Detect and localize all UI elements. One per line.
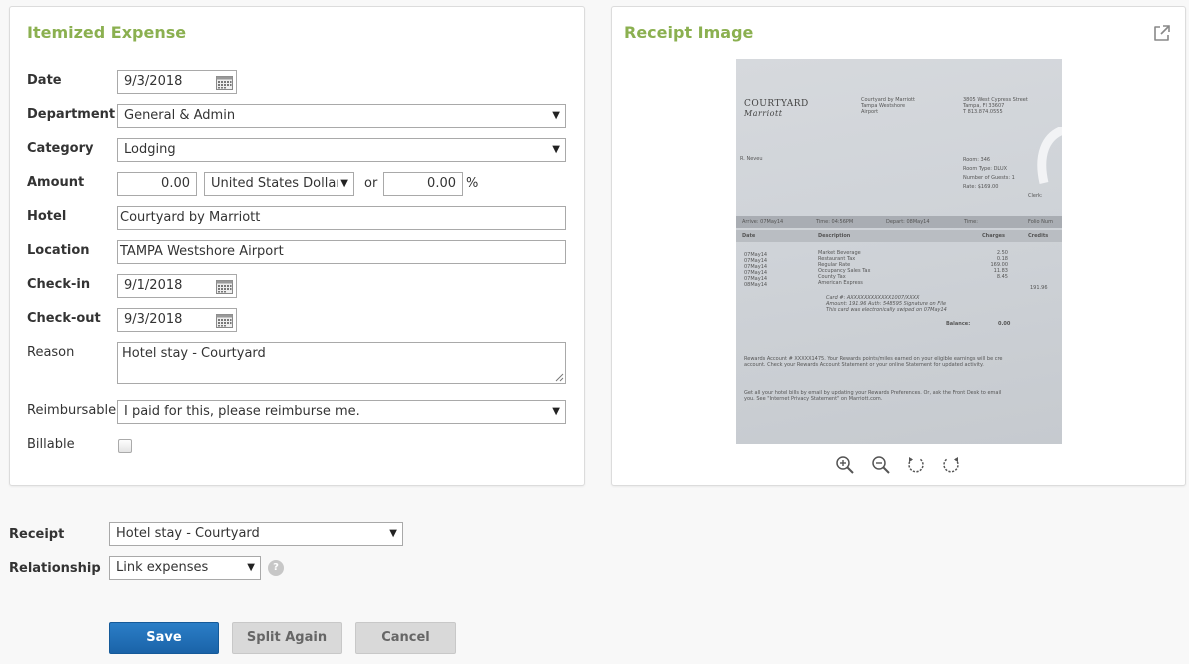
- reimbursable-select[interactable]: I paid for this, please reimburse me. ▼: [117, 400, 566, 424]
- percent-input[interactable]: 0.00: [383, 172, 463, 196]
- external-link-icon[interactable]: [1152, 23, 1172, 43]
- chevron-down-icon: ▼: [552, 110, 560, 121]
- receipt-card-lines: Card #: AXXXXXXXXXXXX1007/XXXX Amount: 1…: [826, 295, 947, 313]
- category-value: Lodging: [124, 142, 176, 157]
- zoom-out-icon[interactable]: [871, 455, 891, 475]
- relationship-label: Relationship: [9, 561, 101, 576]
- department-label: Department: [27, 107, 116, 122]
- hotel-label: Hotel: [27, 209, 67, 224]
- checkout-field[interactable]: 9/3/2018: [117, 308, 237, 332]
- receipt-image-panel: Receipt Image COURTYARD Marriott Courtya…: [611, 6, 1186, 486]
- receipt-select[interactable]: Hotel stay - Courtyard ▼: [109, 522, 403, 546]
- help-icon[interactable]: ?: [268, 560, 284, 576]
- amount-input[interactable]: 0.00: [117, 172, 197, 196]
- receipt-arrive: Arrive: 07May14: [742, 219, 784, 225]
- reason-textarea[interactable]: Hotel stay - Courtyard: [117, 342, 566, 384]
- receipt-guest: R. Neveu: [740, 156, 763, 162]
- receipt-depart-time: Time:: [964, 219, 978, 225]
- chevron-down-icon: ▼: [389, 528, 397, 539]
- receipt-descriptions: Market Beverage Restaurant Tax Regular R…: [818, 250, 871, 286]
- chevron-down-icon: ▼: [552, 144, 560, 155]
- chevron-down-icon: ▼: [247, 562, 255, 573]
- receipt-balance-value: 0.00: [998, 321, 1011, 327]
- department-select[interactable]: General & Admin ▼: [117, 104, 566, 128]
- reimbursable-label: Reimbursable: [27, 403, 117, 418]
- zoom-in-icon[interactable]: [835, 455, 855, 475]
- receipt-rewards-lines: Rewards Account # XXXXX1475. Your Reward…: [744, 356, 1003, 368]
- receipt-col-date: Date: [742, 233, 756, 239]
- receipt-room-info: Room: 346 Room Type: DLUX Number of Gues…: [963, 157, 1015, 190]
- chevron-down-icon: ▼: [552, 406, 560, 417]
- calendar-icon[interactable]: [216, 313, 233, 328]
- location-input[interactable]: TAMPA Westshore Airport: [117, 240, 566, 264]
- receipt-logo-swoosh: [1037, 127, 1062, 185]
- receipt-depart: Depart: 08May14: [886, 219, 930, 225]
- hotel-input[interactable]: Courtyard by Marriott: [117, 206, 566, 230]
- reimbursable-value: I paid for this, please reimburse me.: [124, 404, 360, 419]
- receipt-logo: COURTYARD Marriott: [744, 99, 809, 118]
- category-label: Category: [27, 141, 94, 156]
- cancel-button[interactable]: Cancel: [355, 622, 456, 654]
- itemized-expense-panel: Itemized Expense Date 9/3/2018 Departmen…: [9, 6, 585, 486]
- amount-label: Amount: [27, 175, 85, 190]
- itemized-expense-title: Itemized Expense: [27, 23, 187, 42]
- location-value: TAMPA Westshore Airport: [120, 244, 284, 259]
- resize-grip-icon[interactable]: [555, 373, 564, 382]
- receipt-folio: Folio Num: [1028, 219, 1053, 225]
- date-value: 9/3/2018: [124, 74, 183, 89]
- percent-value: 0.00: [427, 176, 456, 191]
- receipt-col-credits: Credits: [1028, 233, 1049, 239]
- checkin-field[interactable]: 9/1/2018: [117, 274, 237, 298]
- relationship-select[interactable]: Link expenses ▼: [109, 556, 261, 580]
- currency-select[interactable]: United States Dollars ▼: [204, 172, 354, 196]
- split-again-button[interactable]: Split Again: [232, 622, 342, 654]
- receipt-dates: 07May14 07May14 07May14 07May14 07May14 …: [744, 252, 768, 288]
- chevron-down-icon: ▼: [338, 173, 348, 195]
- receipt-value: Hotel stay - Courtyard: [116, 526, 260, 541]
- amount-value: 0.00: [161, 176, 190, 191]
- rotate-right-icon[interactable]: [941, 455, 961, 475]
- billable-checkbox[interactable]: [118, 439, 132, 453]
- receipt-balance-label: Balance:: [946, 321, 971, 327]
- receipt-charges: 2.50 0.18 169.00 11.83 8.45: [990, 250, 1009, 280]
- billable-label: Billable: [27, 437, 75, 452]
- percent-sign: %: [466, 176, 479, 191]
- calendar-icon[interactable]: [216, 75, 233, 90]
- receipt-label: Receipt: [9, 527, 65, 542]
- checkin-value: 9/1/2018: [124, 278, 183, 293]
- receipt-arrive-time: Time: 04:56PM: [816, 219, 854, 225]
- reason-value: Hotel stay - Courtyard: [122, 346, 266, 361]
- rotate-left-icon[interactable]: [906, 455, 926, 475]
- calendar-icon[interactable]: [216, 279, 233, 294]
- department-value: General & Admin: [124, 108, 236, 123]
- date-label: Date: [27, 73, 62, 88]
- save-button[interactable]: Save: [109, 622, 219, 654]
- reason-label: Reason: [27, 345, 75, 360]
- receipt-image-title: Receipt Image: [624, 23, 754, 42]
- category-select[interactable]: Lodging ▼: [117, 138, 566, 162]
- hotel-value: Courtyard by Marriott: [120, 210, 261, 225]
- relationship-value: Link expenses: [116, 560, 209, 575]
- currency-value: United States Dollars: [211, 176, 349, 191]
- receipt-footer-lines: Get all your hotel bills by email by upd…: [744, 390, 1002, 402]
- receipt-header-right: 3805 West Cypress Street Tampa, Fl 33607…: [963, 97, 1028, 115]
- checkin-label: Check-in: [27, 277, 91, 292]
- receipt-col-desc: Description: [818, 233, 851, 239]
- receipt-credit: 191.96: [1030, 285, 1048, 291]
- receipt-clerk: Clerk:: [1028, 193, 1043, 199]
- receipt-col-band: [736, 230, 1062, 242]
- checkout-label: Check-out: [27, 311, 101, 326]
- receipt-image[interactable]: COURTYARD Marriott Courtyard by Marriott…: [736, 59, 1062, 444]
- receipt-header-mid: Courtyard by Marriott Tampa Westshore Ai…: [861, 97, 915, 115]
- location-label: Location: [27, 243, 90, 258]
- date-field[interactable]: 9/3/2018: [117, 70, 237, 94]
- or-text: or: [364, 176, 378, 191]
- checkout-value: 9/3/2018: [124, 312, 183, 327]
- receipt-col-charges: Charges: [982, 233, 1006, 239]
